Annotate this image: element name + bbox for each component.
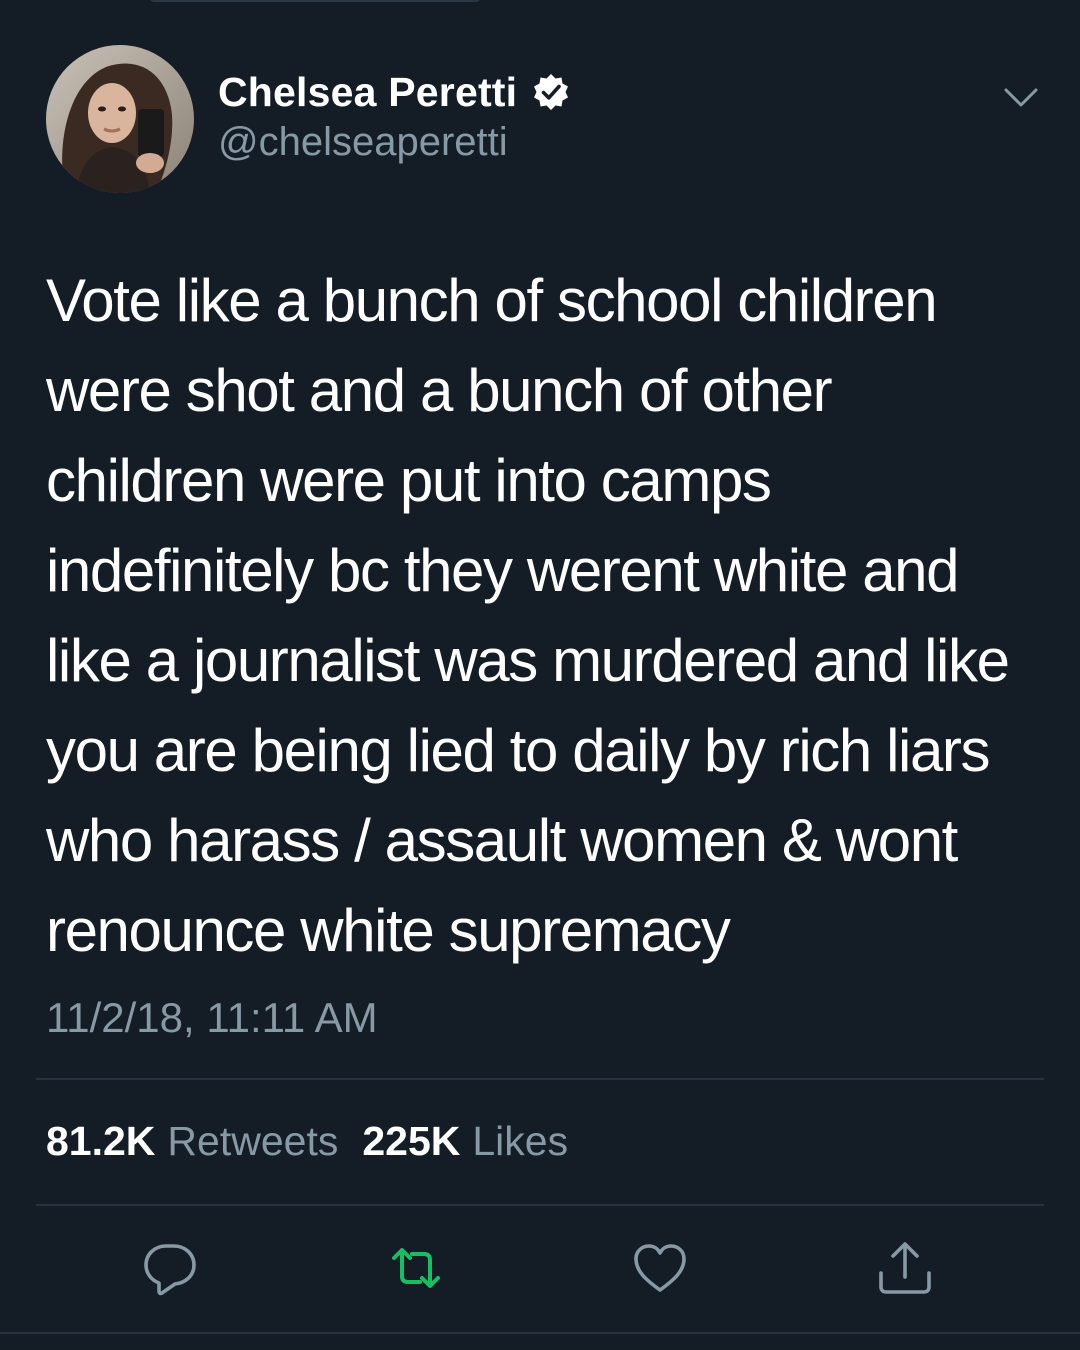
reply-button[interactable] [138,1236,202,1300]
tweet-card: Chelsea Peretti @chelseaperetti Vote lik… [0,0,1080,1350]
tweet-text-line: who harass / assault women & wont [46,807,958,874]
likes-count[interactable]: 225K [362,1118,460,1165]
likes-label[interactable]: Likes [472,1118,568,1165]
display-name[interactable]: Chelsea Peretti [218,69,517,116]
retweet-icon [392,1248,440,1288]
retweet-button[interactable] [384,1236,448,1300]
tweet-text: Vote like a bunch of school children wer… [46,256,1046,976]
tweet-text-line: like a journalist was murdered and like [46,627,1010,694]
tweet-text-line: you are being lied to daily by rich liar… [46,717,991,784]
tweet-text-line: children were put into camps [46,447,772,514]
divider [0,1332,1080,1334]
tweet-text-line: were shot and a bunch of other [46,357,833,424]
share-icon [879,1242,931,1294]
retweets-count[interactable]: 81.2K [46,1118,155,1165]
avatar[interactable] [46,45,194,193]
reply-icon [144,1244,196,1296]
tweet-text-line: renounce white supremacy [46,897,731,964]
share-button[interactable] [873,1236,937,1300]
author-name-row: Chelsea Peretti [218,68,571,116]
tweet-timestamp[interactable]: 11/2/18, 11:11 AM [46,994,378,1042]
tweet-text-line: indefinitely bc they werent white and [46,537,960,604]
like-button[interactable] [628,1236,692,1300]
divider [36,1078,1044,1080]
heart-icon [634,1244,686,1292]
divider [36,1204,1044,1206]
chevron-down-icon[interactable] [1002,82,1040,112]
tweet-text-line: Vote like a bunch of school children [46,267,938,334]
author-handle[interactable]: @chelseaperetti [218,120,508,165]
verified-badge-icon [534,74,569,110]
tweet-stats: 81.2K Retweets 225K Likes [46,1118,592,1165]
retweets-label[interactable]: Retweets [167,1118,338,1165]
